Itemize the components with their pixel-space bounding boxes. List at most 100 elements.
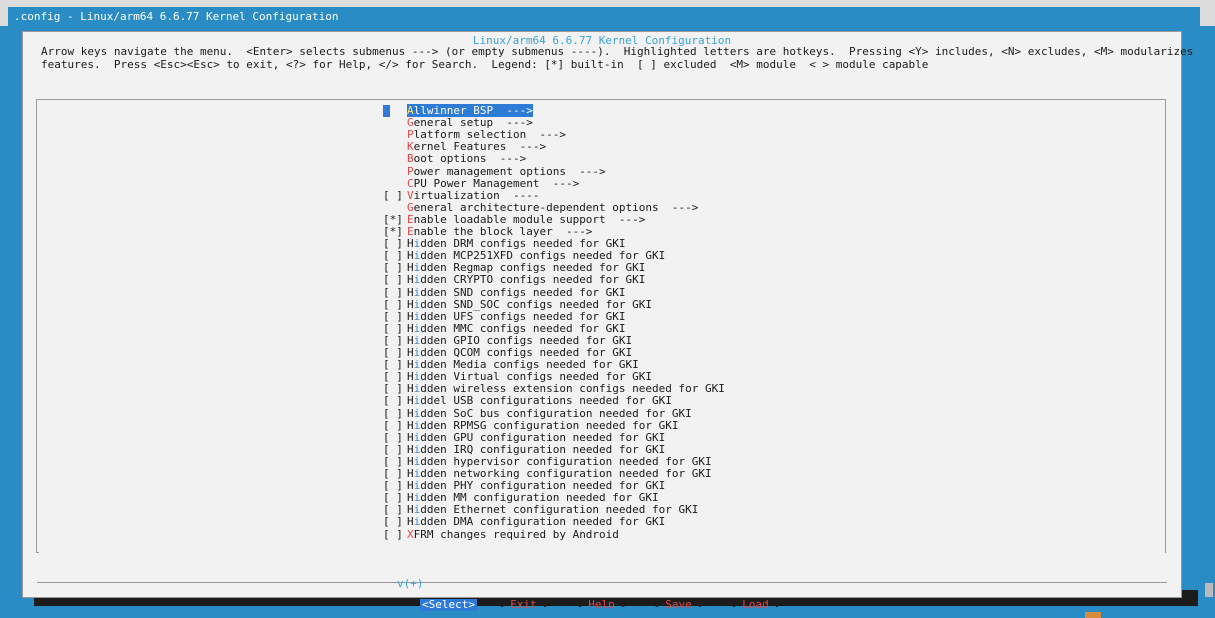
menu-item-hotkey: A <box>407 104 414 117</box>
menu-item-label: Hidden DRM configs needed for GKI <box>407 237 626 250</box>
menu-item-label: Hidden PHY configuration needed for GKI <box>407 479 665 492</box>
menu-item-label: Hidden Ethernet configuration needed for… <box>407 503 698 516</box>
menu-item-checkbox[interactable]: [ ] <box>383 419 407 432</box>
menu-item-prefix: H <box>407 346 414 359</box>
menu-item-label: XFRM changes required by Android <box>407 528 619 541</box>
menu-item-prefix: H <box>407 261 414 275</box>
menu-item-text: dden networking configuration needed for… <box>420 467 712 480</box>
menu-item-checkbox[interactable]: [ ] <box>383 298 407 311</box>
menu-item-text: dden Media configs needed for GKI <box>420 358 639 372</box>
menu-box-top-border <box>37 99 1165 100</box>
menu-item-text: dden IRQ configuration needed for GKI <box>420 442 666 456</box>
menu-item-label: Hidden SND_SOC configs needed for GKI <box>407 298 652 311</box>
menu-item-prefix: H <box>407 515 414 529</box>
menu-item-text: dden GPIO configs needed for GKI <box>420 333 633 347</box>
menu-item-label: Enable the block layer ---> <box>407 225 592 238</box>
menu-item-text: FRM changes required by Android <box>413 527 619 541</box>
menu-item-text: dden GPU configuration needed for GKI <box>420 430 666 444</box>
menu-item-checkbox <box>383 105 407 117</box>
menu-item-label: Boot options ---> <box>407 152 526 165</box>
menu-item-text: dden Regmap configs needed for GKI <box>420 261 646 275</box>
terminal-scrollbar[interactable] <box>1205 583 1213 597</box>
menu-item-label: General setup ---> <box>407 116 533 129</box>
menu-item-checkbox[interactable]: [ ] <box>383 395 407 407</box>
menu-cursor <box>383 105 390 117</box>
exit-button[interactable]: < Exit > <box>497 599 550 611</box>
help-button[interactable]: < Help > <box>575 599 628 611</box>
menu-item-text: eneral architecture-dependent options --… <box>413 200 699 214</box>
menu-item-prefix: H <box>407 418 414 432</box>
menu-item-text: dden wireless extension configs needed f… <box>420 382 725 396</box>
menu-item-prefix: H <box>407 358 414 372</box>
menu-item-checkbox[interactable]: [ ] <box>383 189 407 202</box>
select-button[interactable]: <Select> <box>420 599 477 611</box>
load-button[interactable]: < Load > <box>729 599 782 611</box>
load-button-label: Load <box>742 598 769 611</box>
save-button-label: Save <box>665 598 692 611</box>
menu-item-prefix: H <box>407 503 414 517</box>
menu-item-checkbox[interactable]: [ ] <box>383 516 407 528</box>
menu-item-text: dden DRM configs needed for GKI <box>420 237 626 251</box>
menu-item-checkbox[interactable]: [ ] <box>383 310 407 323</box>
menu-item-label: Hidden GPU configuration needed for GKI <box>407 431 665 444</box>
menu-item-hotkey: K <box>407 140 414 154</box>
more-indicator: v(+) <box>397 577 424 590</box>
menu-item-label: Hidden Virtual configs needed for GKI <box>407 370 652 383</box>
menu-item-text: dden PHY configuration needed for GKI <box>420 479 666 493</box>
menu-item-prefix: H <box>407 273 414 287</box>
menu-item-prefix: H <box>407 333 414 347</box>
menu-item-prefix: H <box>407 430 414 444</box>
menu-item-label: Hidden GPIO configs needed for GKI <box>407 334 632 347</box>
menu-item-label: Hidden Regmap configs needed for GKI <box>407 261 645 274</box>
menu-item-prefix: H <box>407 249 414 263</box>
menu-item-hotkey: P <box>407 164 414 178</box>
menu-item-text: eneral setup ---> <box>413 116 533 130</box>
menu-item-text: dden DMA configuration needed for GKI <box>420 515 666 529</box>
menu-item-hotkey: V <box>407 188 414 202</box>
menu-item-checkbox[interactable]: [ ] <box>383 528 407 541</box>
menu-item-hotkey: E <box>407 212 414 226</box>
menu-item-text: dden hypervisor configuration needed for… <box>420 454 712 468</box>
menu-box-corner <box>36 552 39 553</box>
menuconfig-dialog: Linux/arm64 6.6.77 Kernel Configuration … <box>22 31 1193 611</box>
menu-item-checkbox[interactable]: [ ] <box>383 286 407 299</box>
menu-item-text: PU Power Management ---> <box>413 176 580 190</box>
menu-item-checkbox[interactable]: [ ] <box>383 407 407 420</box>
menu-item-text: dden Ethernet configuration needed for G… <box>420 503 699 517</box>
button-bar: <Select> < Exit > < Help > < Save > < Lo… <box>23 599 1181 613</box>
menu-item-label: Platform selection ---> <box>407 128 566 141</box>
menu-item-checkbox[interactable]: [ ] <box>383 274 407 286</box>
menu-item-text: dden Virtual configs needed for GKI <box>420 370 653 384</box>
menu-item-label: Hidden MMC configs needed for GKI <box>407 322 626 335</box>
menu-item-label: Hidden IRQ configuration needed for GKI <box>407 443 665 456</box>
menu-item-text: ower management options ---> <box>413 164 606 178</box>
menu-box-right-border <box>1165 99 1166 553</box>
menu-item-text: ddel USB configurations needed for GKI <box>420 394 672 408</box>
menu-item-hotkey: P <box>407 128 414 142</box>
menu-item-checkbox[interactable]: [ ] <box>383 431 407 444</box>
menu-item-label: Hidden RPMSG configuration needed for GK… <box>407 419 679 432</box>
menu-item-prefix: H <box>407 237 414 251</box>
menu-item-prefix: H <box>407 382 414 396</box>
menu-item-prefix: H <box>407 309 414 323</box>
menu-item-label: Allwinner BSP ---> <box>407 104 533 117</box>
menu-item-checkbox[interactable]: [ ] <box>383 322 407 335</box>
menu-item-text: dden CRYPTO configs needed for GKI <box>420 273 646 287</box>
menu-item-text: dden SoC bus configuration needed for GK… <box>420 406 692 420</box>
menu-item-prefix: H <box>407 285 414 299</box>
menu-item-label: Hidden wireless extension configs needed… <box>407 382 725 395</box>
menu-item[interactable]: [ ] XFRM changes required by Android <box>383 528 619 541</box>
menu-item-hotkey: G <box>407 116 414 130</box>
menu-item-text: nable the block layer ---> <box>413 225 593 238</box>
menu-item-label: Hidden QCOM configs needed for GKI <box>407 346 632 359</box>
menu-item-label: Kernel Features ---> <box>407 140 546 153</box>
menu-item-checkbox[interactable]: [ ] <box>383 443 407 456</box>
save-button[interactable]: < Save > <box>652 599 705 611</box>
menu-item-prefix: H <box>407 394 414 408</box>
help-line-2: features. Press <Esc><Esc> to exit, <?> … <box>41 58 929 71</box>
menu-box-left-border <box>36 99 37 553</box>
menu-item-prefix: H <box>407 297 414 311</box>
menu-item-hotkey: B <box>407 152 414 166</box>
menu-item-text: dden SND_SOC configs needed for GKI <box>420 297 653 311</box>
menu-item-text: dden MCP251XFD configs needed for GKI <box>420 249 666 263</box>
